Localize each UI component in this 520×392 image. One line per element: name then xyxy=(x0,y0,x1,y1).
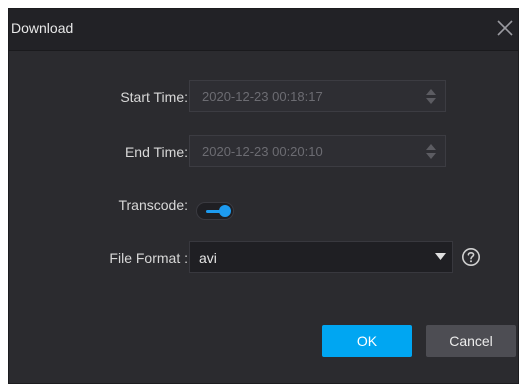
start-time-value: 2020-12-23 00:18:17 xyxy=(202,89,323,104)
transcode-label: Transcode: xyxy=(118,197,188,213)
toggle-knob xyxy=(219,205,231,217)
ok-button[interactable]: OK xyxy=(322,325,412,357)
help-icon[interactable] xyxy=(461,247,481,267)
dialog-title: Download xyxy=(11,20,74,36)
spinner-arrows-icon[interactable] xyxy=(425,143,437,160)
end-time-field[interactable]: 2020-12-23 00:20:10 xyxy=(189,135,446,167)
close-icon[interactable] xyxy=(494,17,516,39)
file-format-label: File Format : xyxy=(109,250,188,266)
download-dialog: Download Start Time: 2020-12-23 00:18:17… xyxy=(8,8,519,384)
end-time-label: End Time: xyxy=(124,144,188,160)
file-format-select[interactable]: avi xyxy=(189,241,453,273)
spinner-arrows-icon[interactable] xyxy=(425,88,437,105)
end-time-value: 2020-12-23 00:20:10 xyxy=(202,144,323,159)
cancel-button[interactable]: Cancel xyxy=(426,325,516,357)
dialog-titlebar: Download xyxy=(9,9,518,51)
transcode-toggle[interactable] xyxy=(196,202,234,220)
file-format-value: avi xyxy=(199,250,217,266)
start-time-field[interactable]: 2020-12-23 00:18:17 xyxy=(189,80,446,112)
start-time-label: Start Time: xyxy=(120,89,188,105)
chevron-down-icon xyxy=(435,253,446,260)
